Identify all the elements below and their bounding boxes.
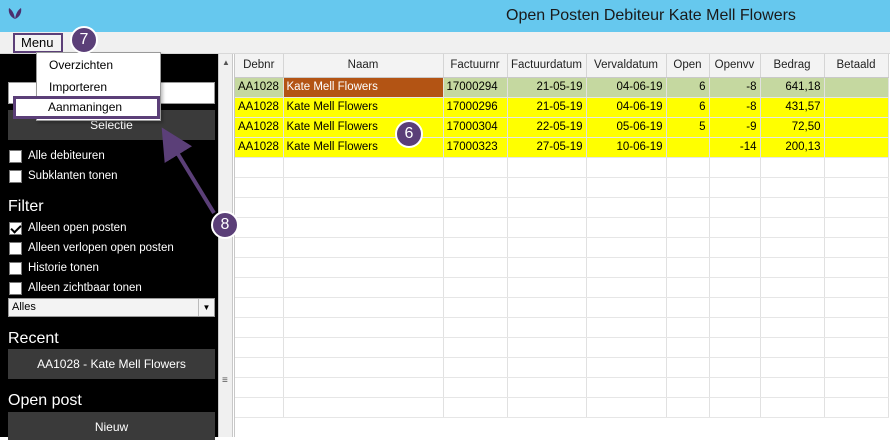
annotation-badge-6: 6	[395, 120, 423, 148]
annotation-badge-7: 7	[70, 26, 98, 54]
annotation-badge-8: 8	[211, 211, 239, 239]
annotation-arrow	[161, 127, 216, 215]
